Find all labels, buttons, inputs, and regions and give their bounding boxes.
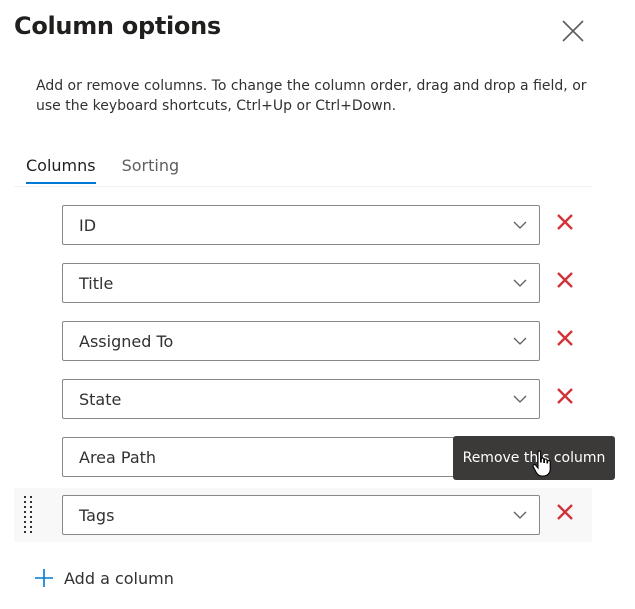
column-field-dropdown[interactable]: Title <box>62 263 540 303</box>
tab-list: Columns Sorting <box>26 156 179 184</box>
close-icon <box>557 272 573 288</box>
tab-sorting[interactable]: Sorting <box>122 156 180 184</box>
column-field-dropdown[interactable]: ID <box>62 205 540 245</box>
chevron-down-icon <box>513 337 527 345</box>
plus-icon <box>35 569 53 587</box>
remove-column-button[interactable] <box>554 327 576 349</box>
column-field-label: Area Path <box>79 448 157 467</box>
remove-column-button[interactable] <box>554 385 576 407</box>
column-field-label: State <box>79 390 122 409</box>
column-field-dropdown[interactable]: State <box>62 379 540 419</box>
close-icon <box>562 20 584 42</box>
close-icon <box>557 504 573 520</box>
tab-columns[interactable]: Columns <box>26 156 96 184</box>
chevron-down-icon <box>513 395 527 403</box>
column-field-label: ID <box>79 216 97 235</box>
add-column-button[interactable]: Add a column <box>34 568 174 588</box>
close-icon <box>557 214 573 230</box>
panel-title: Column options <box>14 12 221 40</box>
chevron-down-icon <box>513 511 527 519</box>
hand-cursor-icon <box>532 450 551 477</box>
column-field-dropdown[interactable]: Assigned To <box>62 321 540 361</box>
remove-column-button[interactable] <box>554 211 576 233</box>
close-button[interactable] <box>560 18 586 44</box>
chevron-down-icon <box>513 279 527 287</box>
column-field-label: Title <box>79 274 114 293</box>
column-field-label: Tags <box>79 506 115 525</box>
column-field-label: Assigned To <box>79 332 174 351</box>
drag-handle-icon[interactable] <box>21 494 35 534</box>
remove-column-button[interactable] <box>554 501 576 523</box>
close-icon <box>557 388 573 404</box>
column-row: State <box>14 372 592 426</box>
column-row: Assigned To <box>14 314 592 368</box>
column-row: Tags <box>14 488 592 542</box>
close-icon <box>557 330 573 346</box>
column-field-dropdown[interactable]: Tags <box>62 495 540 535</box>
column-row: Title <box>14 256 592 310</box>
chevron-down-icon <box>513 221 527 229</box>
remove-column-button[interactable] <box>554 269 576 291</box>
tabs-divider <box>14 186 592 187</box>
add-column-label: Add a column <box>64 568 174 588</box>
column-row: ID <box>14 198 592 252</box>
panel-description: Add or remove columns. To change the col… <box>36 78 587 114</box>
